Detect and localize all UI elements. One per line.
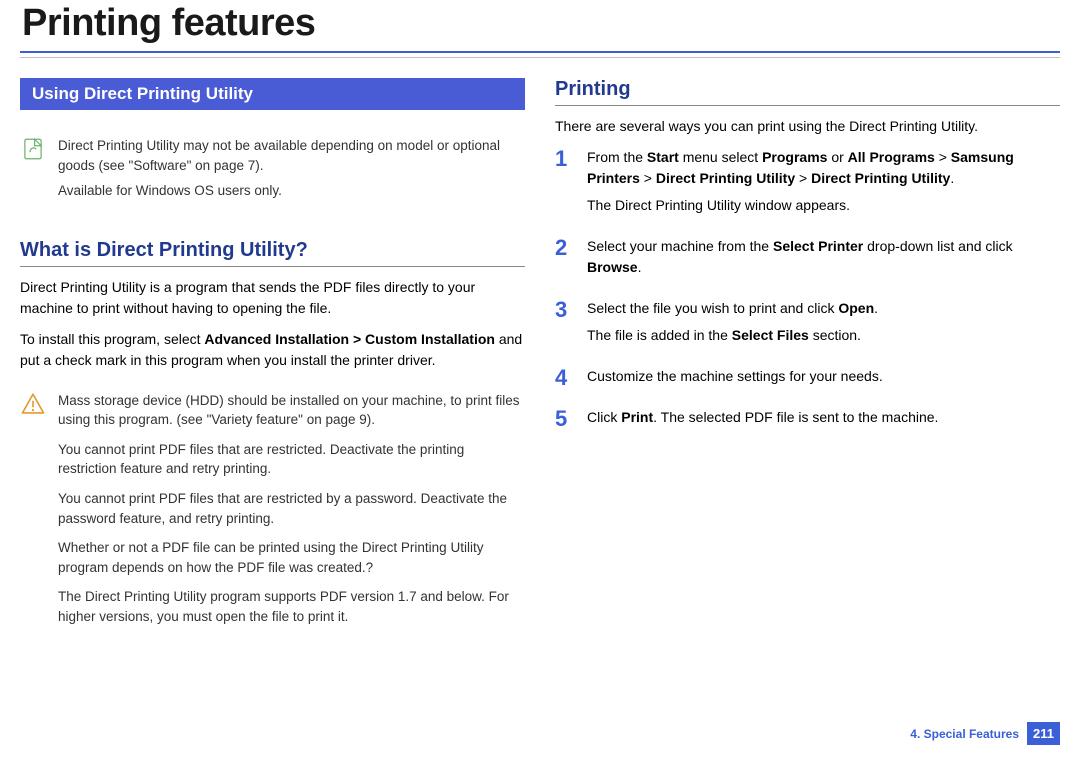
para-install: To install this program, select Advanced… xyxy=(20,329,525,371)
s1-b2: Programs xyxy=(762,149,827,165)
steps-list: 1 From the Start menu select Programs or… xyxy=(555,147,1060,434)
para-install-bold: Advanced Installation > Custom Installat… xyxy=(204,331,495,347)
step-number-2: 2 xyxy=(555,236,573,284)
left-column: Using Direct Printing Utility Direct Pri… xyxy=(20,78,525,636)
s5-t1: Click xyxy=(587,409,621,425)
s1-t4: > xyxy=(935,149,951,165)
info-note-text-2: Available for Windows OS users only. xyxy=(58,181,525,201)
section-bar-using-dpu: Using Direct Printing Utility xyxy=(20,78,525,110)
s2-b1: Select Printer xyxy=(773,238,863,254)
warning-content: Mass storage device (HDD) should be inst… xyxy=(58,391,525,637)
s2-t3: . xyxy=(638,259,642,275)
right-column: Printing There are several ways you can … xyxy=(555,78,1060,636)
printing-intro: There are several ways you can print usi… xyxy=(555,116,1060,137)
s3-t3: The file is added in the xyxy=(587,327,732,343)
note-icon xyxy=(20,136,46,162)
s3-t1: Select the file you wish to print and cl… xyxy=(587,300,838,316)
s2-t1: Select your machine from the xyxy=(587,238,773,254)
subheading-rule-printing xyxy=(555,105,1060,106)
step-body-1: From the Start menu select Programs or A… xyxy=(587,147,1060,222)
step-2: 2 Select your machine from the Select Pr… xyxy=(555,236,1060,284)
warn4: Whether or not a PDF file can be printed… xyxy=(58,538,525,577)
warn5: The Direct Printing Utility program supp… xyxy=(58,587,525,626)
s1-t5: > xyxy=(640,170,656,186)
s3-b1: Open xyxy=(838,300,874,316)
step-4: 4 Customize the machine settings for you… xyxy=(555,366,1060,393)
s1-t2: menu select xyxy=(679,149,762,165)
s1-t7: . xyxy=(950,170,954,186)
step-3: 3 Select the file you wish to print and … xyxy=(555,298,1060,352)
s5-t2: . The selected PDF file is sent to the m… xyxy=(653,409,938,425)
s2-t2: drop-down list and click xyxy=(863,238,1012,254)
s4-t1: Customize the machine settings for your … xyxy=(587,366,883,387)
warning-icon xyxy=(20,391,46,417)
subheading-rule xyxy=(20,266,525,267)
content-columns: Using Direct Printing Utility Direct Pri… xyxy=(0,58,1080,636)
s1-b5: Direct Printing Utility xyxy=(656,170,795,186)
footer-page-number: 211 xyxy=(1027,722,1060,745)
s3-t4: section. xyxy=(809,327,861,343)
s2-b2: Browse xyxy=(587,259,638,275)
s3-t2: . xyxy=(874,300,878,316)
s1-t3: or xyxy=(827,149,847,165)
footer-chapter: 4. Special Features xyxy=(910,727,1019,741)
step-number-4: 4 xyxy=(555,366,573,393)
info-note-link-software[interactable]: "Software" on page 7 xyxy=(129,158,256,173)
para-what-is-dpu: Direct Printing Utility is a program tha… xyxy=(20,277,525,319)
s1-b3: All Programs xyxy=(848,149,935,165)
step-number-5: 5 xyxy=(555,407,573,434)
step-5: 5 Click Print. The selected PDF file is … xyxy=(555,407,1060,434)
s1-t6: > xyxy=(795,170,811,186)
step-body-2: Select your machine from the Select Prin… xyxy=(587,236,1060,284)
step-body-3: Select the file you wish to print and cl… xyxy=(587,298,878,352)
s3-b2: Select Files xyxy=(732,327,809,343)
subheading-printing: Printing xyxy=(555,78,1060,101)
s1-t1: From the xyxy=(587,149,647,165)
s1-b6: Direct Printing Utility xyxy=(811,170,950,186)
title-rule-blue xyxy=(20,51,1060,53)
subheading-what-is-dpu: What is Direct Printing Utility? xyxy=(20,239,525,262)
info-note-content: Direct Printing Utility may not be avail… xyxy=(58,136,525,207)
s1-b1: Start xyxy=(647,149,679,165)
info-note-text-1a: Direct Printing Utility may not be avail… xyxy=(58,138,500,173)
warn2: You cannot print PDF files that are rest… xyxy=(58,440,525,479)
warning-note: Mass storage device (HDD) should be inst… xyxy=(20,391,525,637)
page-footer: 4. Special Features 211 xyxy=(910,722,1060,745)
para-install-pre: To install this program, select xyxy=(20,331,204,347)
warn1-link-variety[interactable]: "Variety feature" on page 9 xyxy=(207,412,367,427)
info-note-text-1c: ). xyxy=(255,158,263,173)
step-body-4: Customize the machine settings for your … xyxy=(587,366,883,393)
warn1-post: ). xyxy=(367,412,375,427)
step-number-3: 3 xyxy=(555,298,573,352)
s1-line2: The Direct Printing Utility window appea… xyxy=(587,195,1060,216)
step-1: 1 From the Start menu select Programs or… xyxy=(555,147,1060,222)
step-number-1: 1 xyxy=(555,147,573,222)
s5-b1: Print xyxy=(621,409,653,425)
page-title: Printing features xyxy=(0,0,1080,51)
step-body-5: Click Print. The selected PDF file is se… xyxy=(587,407,938,434)
warn3: You cannot print PDF files that are rest… xyxy=(58,489,525,528)
info-note: Direct Printing Utility may not be avail… xyxy=(20,130,525,213)
